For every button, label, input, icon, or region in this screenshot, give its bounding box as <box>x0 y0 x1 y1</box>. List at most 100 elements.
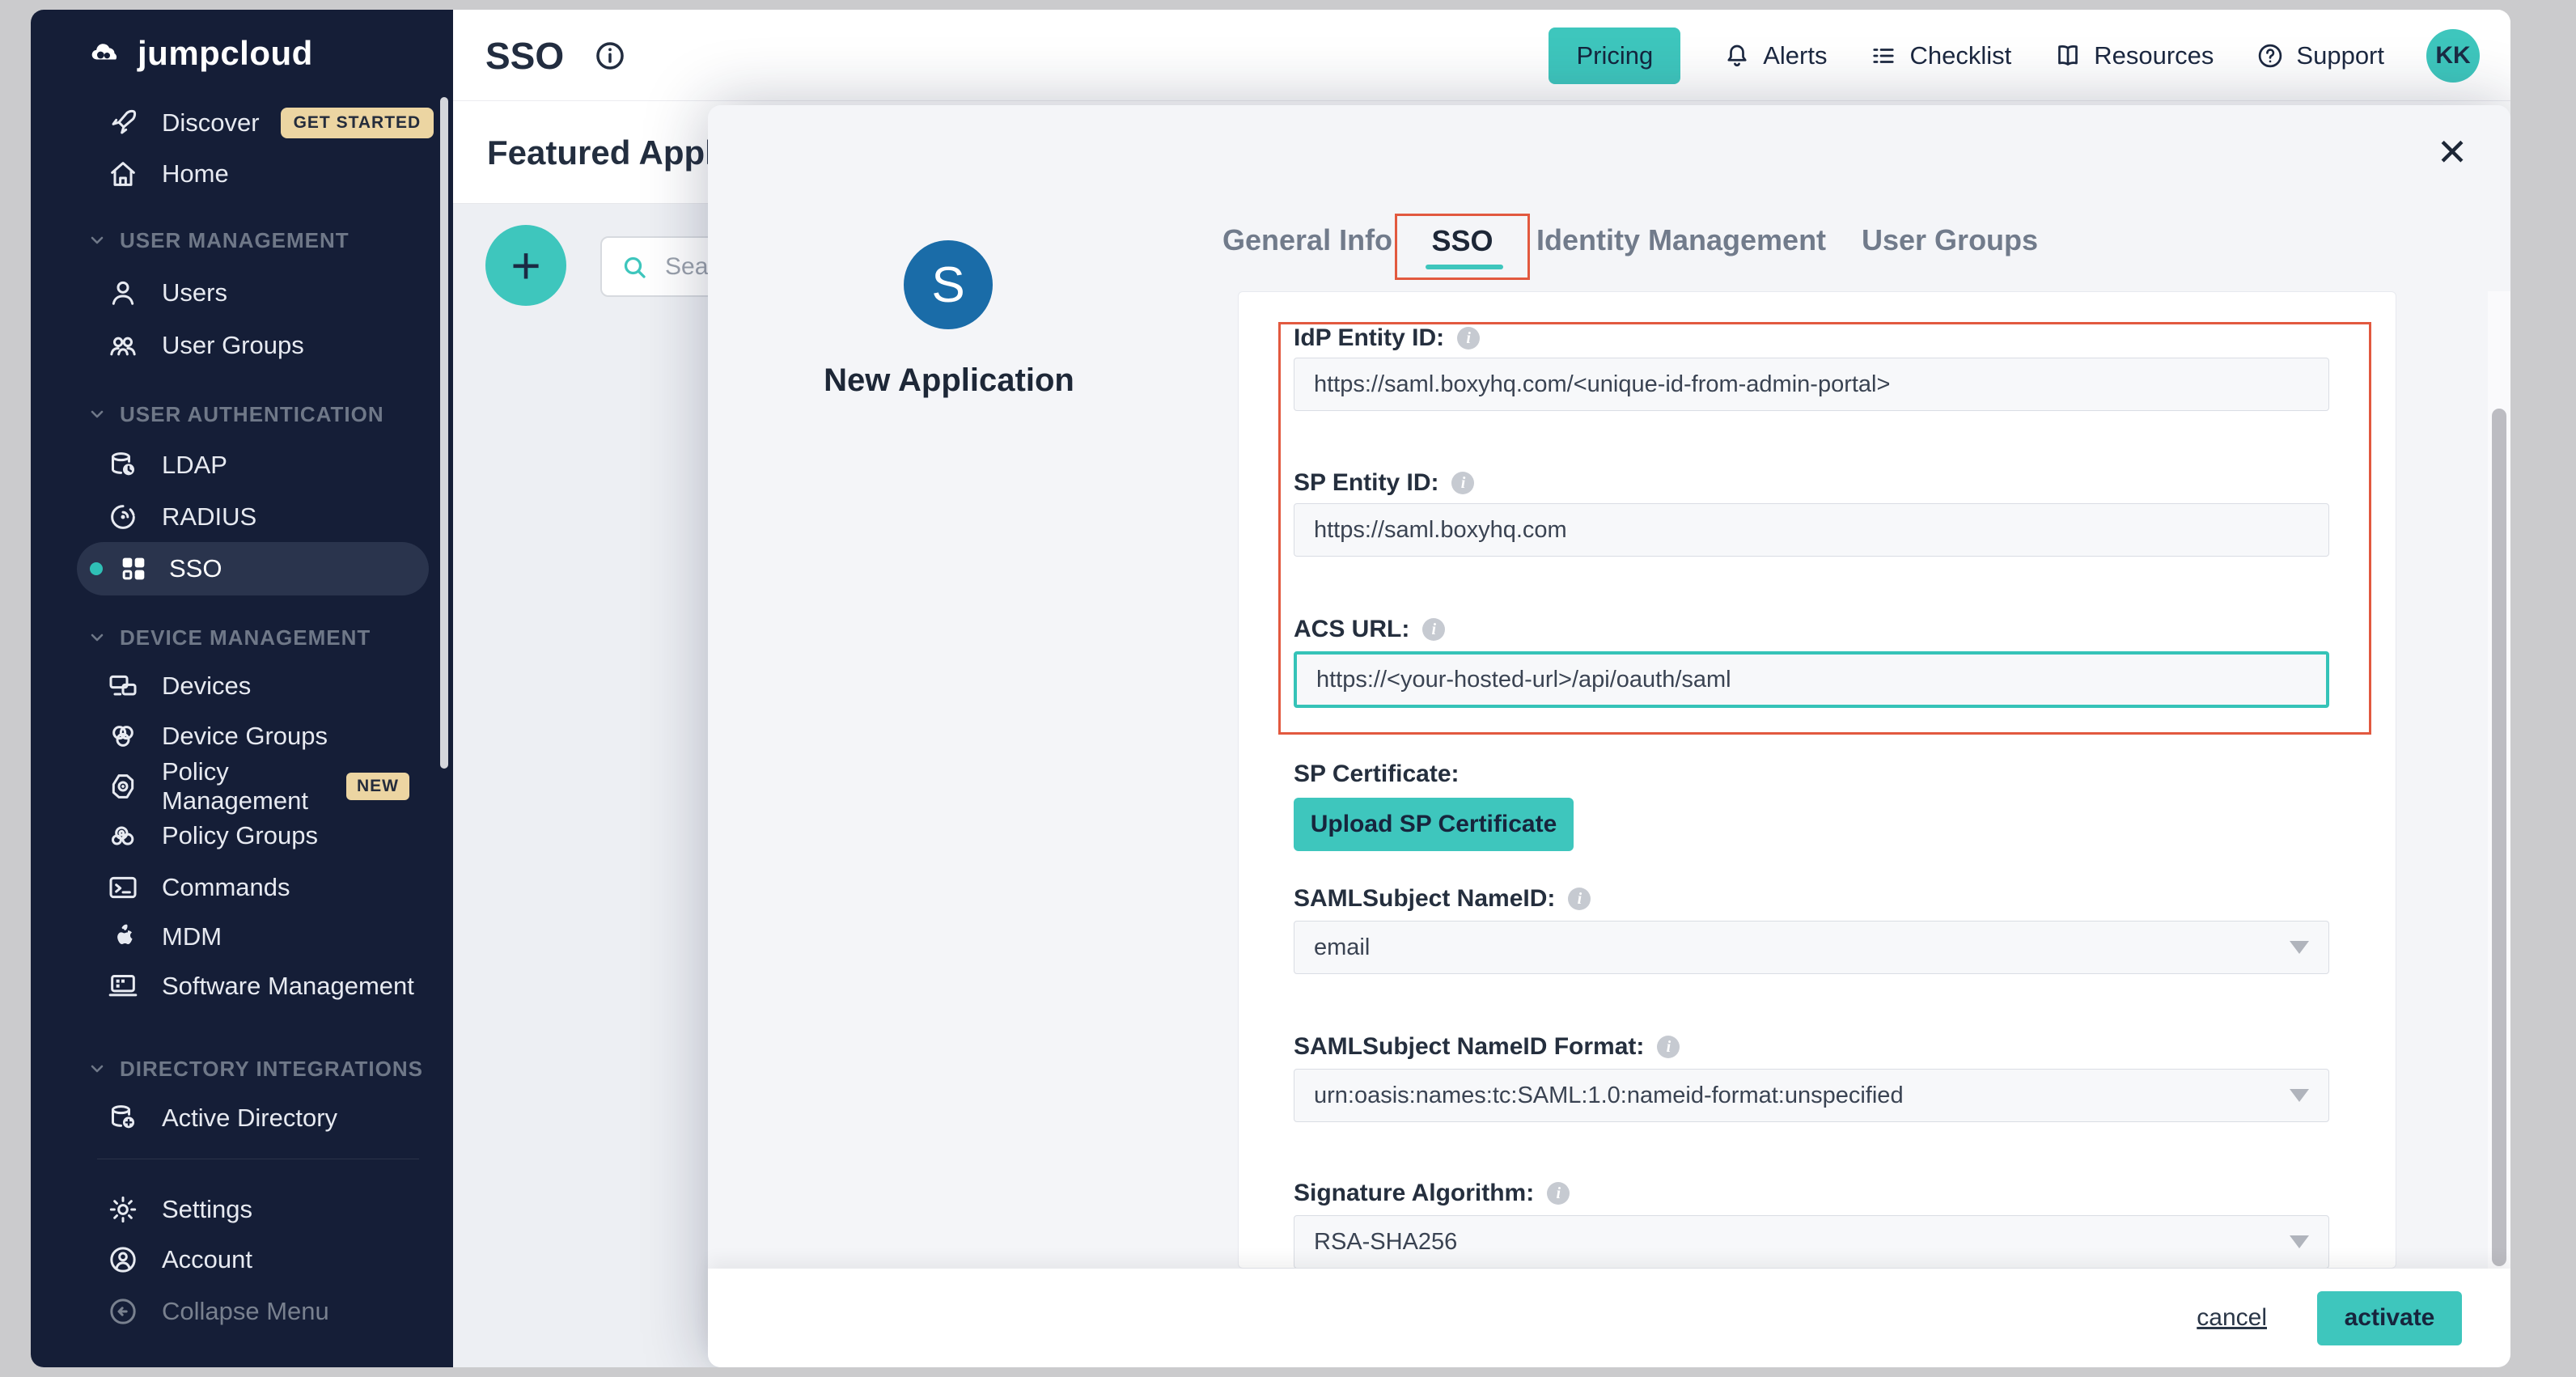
sidebar-item-policy-groups[interactable]: Policy Groups <box>105 810 445 862</box>
sidebar-section-user-management[interactable]: USER MANAGEMENT <box>87 224 350 256</box>
policy-groups-icon <box>105 818 141 854</box>
sidebar-section-title: DEVICE MANAGEMENT <box>120 625 371 650</box>
chevron-down-icon <box>87 1059 107 1078</box>
saml-subject-nameid-format-label: SAMLSubject NameID Format: i <box>1294 1033 1680 1061</box>
checklist-link[interactable]: Checklist <box>1869 41 2011 70</box>
sidebar-item-sso-active[interactable]: SSO <box>77 542 429 595</box>
support-label: Support <box>2296 41 2384 70</box>
jumpcloud-logo[interactable]: jumpcloud <box>81 34 313 73</box>
sidebar-item-mdm[interactable]: MDM <box>105 911 445 963</box>
selected-value: urn:oasis:names:tc:SAML:1.0:nameid-forma… <box>1314 1083 1904 1109</box>
navbar-actions: Pricing Alerts Checklist Resources <box>1549 10 2480 101</box>
signature-algorithm-select[interactable]: RSA-SHA256 <box>1294 1215 2329 1269</box>
caret-down-icon <box>2290 1235 2309 1248</box>
sidebar-item-commands[interactable]: Commands <box>105 862 445 913</box>
sp-certificate-label: SP Certificate: <box>1294 761 1460 788</box>
info-icon[interactable]: i <box>1422 618 1445 641</box>
saml-subject-nameid-select[interactable]: email <box>1294 921 2329 974</box>
upload-sp-certificate-button[interactable]: Upload SP Certificate <box>1294 798 1574 851</box>
tab-user-groups[interactable]: User Groups <box>1862 223 2038 257</box>
sidebar-item-active-directory[interactable]: Active Directory <box>105 1092 445 1144</box>
sp-entity-id-label: SP Entity ID: i <box>1294 469 1474 497</box>
alerts-label: Alerts <box>1763 41 1827 70</box>
user-icon <box>105 275 141 311</box>
modal-scrollbar-thumb[interactable] <box>2492 409 2506 1266</box>
info-icon[interactable] <box>593 39 627 73</box>
sidebar-section-title: DIRECTORY INTEGRATIONS <box>120 1057 423 1082</box>
saml-subject-nameid-label: SAMLSubject NameID: i <box>1294 885 1591 913</box>
sp-entity-id-input[interactable] <box>1294 503 2329 557</box>
user-avatar[interactable]: KK <box>2426 29 2480 83</box>
top-navbar: SSO Pricing Alerts Checklist <box>453 10 2510 101</box>
sidebar-item-devices[interactable]: Devices <box>105 660 445 712</box>
collapse-arrow-icon <box>105 1294 141 1329</box>
sidebar-item-label: MDM <box>162 922 222 951</box>
radius-dial-icon <box>105 499 141 535</box>
sidebar-item-software-management[interactable]: Software Management <box>105 960 445 1012</box>
software-laptop-icon <box>105 968 141 1004</box>
sidebar-item-label: SSO <box>169 554 222 583</box>
active-indicator-dot <box>90 562 103 575</box>
sidebar-item-settings[interactable]: Settings <box>105 1184 445 1235</box>
caret-down-icon <box>2290 941 2309 954</box>
info-icon[interactable]: i <box>1657 1036 1680 1058</box>
application-initial: S <box>931 256 964 314</box>
sidebar-item-home[interactable]: Home <box>105 148 445 200</box>
sso-grid-icon <box>116 551 151 587</box>
device-groups-venn-icon <box>105 718 141 754</box>
sidebar-scrollbar[interactable] <box>440 97 448 769</box>
sidebar-item-ldap[interactable]: LDAP <box>105 439 445 491</box>
question-icon <box>2256 41 2285 70</box>
add-application-button[interactable]: + <box>485 225 566 306</box>
jumpcloud-logo-text: jumpcloud <box>138 34 313 73</box>
sidebar-item-account[interactable]: Account <box>105 1234 445 1286</box>
saml-subject-nameid-format-select[interactable]: urn:oasis:names:tc:SAML:1.0:nameid-forma… <box>1294 1069 2329 1122</box>
selected-value: email <box>1314 934 1370 961</box>
checklist-icon <box>1869 41 1898 70</box>
sidebar-section-title: USER AUTHENTICATION <box>120 402 384 427</box>
ldap-database-icon <box>105 447 141 483</box>
alerts-link[interactable]: Alerts <box>1722 41 1827 70</box>
sidebar-item-policy-management[interactable]: Policy Management NEW <box>105 761 445 812</box>
active-directory-icon <box>105 1100 141 1136</box>
sidebar-item-label: Collapse Menu <box>162 1297 329 1326</box>
selected-value: RSA-SHA256 <box>1314 1229 1457 1256</box>
cancel-button[interactable]: cancel <box>2192 1303 2272 1333</box>
sidebar-section-device-management[interactable]: DEVICE MANAGEMENT <box>87 621 371 654</box>
tab-general-info[interactable]: General Info <box>1222 223 1392 257</box>
sidebar-section-user-authentication[interactable]: USER AUTHENTICATION <box>87 398 384 430</box>
resources-label: Resources <box>2094 41 2214 70</box>
idp-entity-id-input[interactable] <box>1294 358 2329 411</box>
info-icon[interactable]: i <box>1568 888 1591 910</box>
tab-sso-active[interactable]: SSO <box>1395 214 1530 280</box>
sidebar-item-device-groups[interactable]: Device Groups <box>105 710 445 762</box>
sidebar-item-label: Device Groups <box>162 722 328 751</box>
get-started-badge: GET STARTED <box>281 108 434 138</box>
checklist-label: Checklist <box>1909 41 2011 70</box>
info-icon[interactable]: i <box>1451 472 1474 494</box>
modal-scrollbar-track[interactable] <box>2488 291 2510 1269</box>
sidebar-section-directory-integrations[interactable]: DIRECTORY INTEGRATIONS <box>87 1053 423 1085</box>
devices-icon <box>105 668 141 704</box>
sidebar-item-user-groups[interactable]: User Groups <box>105 320 445 371</box>
activate-button[interactable]: activate <box>2317 1291 2462 1345</box>
info-icon[interactable]: i <box>1547 1182 1570 1205</box>
sidebar-item-users[interactable]: Users <box>105 267 445 319</box>
sidebar-item-collapse-menu[interactable]: Collapse Menu <box>105 1286 445 1337</box>
home-icon <box>105 156 141 192</box>
new-application-modal: ✕ S New Application General Info SSO Ide… <box>708 105 2510 1367</box>
acs-url-input[interactable] <box>1294 651 2329 708</box>
sidebar-item-label: Account <box>162 1245 252 1274</box>
chevron-down-icon <box>87 628 107 647</box>
tab-identity-management[interactable]: Identity Management <box>1536 223 1826 257</box>
info-icon[interactable]: i <box>1457 327 1480 350</box>
sidebar-item-discover[interactable]: Discover GET STARTED <box>105 97 445 149</box>
support-link[interactable]: Support <box>2256 41 2384 70</box>
pricing-button[interactable]: Pricing <box>1549 28 1680 84</box>
sidebar-item-radius[interactable]: RADIUS <box>105 491 445 543</box>
caret-down-icon <box>2290 1089 2309 1102</box>
sidebar-item-label: Policy Management <box>162 757 325 816</box>
sidebar-item-label: Software Management <box>162 972 414 1001</box>
close-icon[interactable]: ✕ <box>2430 129 2475 175</box>
resources-link[interactable]: Resources <box>2053 41 2214 70</box>
